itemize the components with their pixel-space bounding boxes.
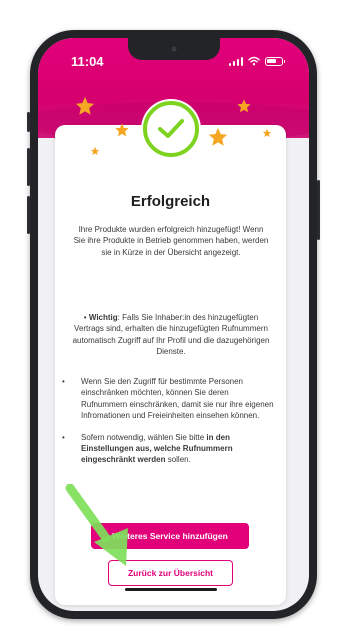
- camera-dot-icon: [171, 46, 177, 52]
- page-title: Erfolgreich: [130, 193, 211, 210]
- list-item: • Wenn Sie den Zugriff für bestimmte Per…: [62, 376, 276, 422]
- signal-icon: [228, 56, 243, 66]
- side-button-volume-down: [27, 196, 30, 234]
- list-bullet: •: [62, 432, 65, 442]
- notice-bullet: •: [83, 313, 87, 322]
- list-item-text-after: sollen.: [165, 455, 191, 465]
- side-button-mute: [27, 112, 30, 132]
- list-bullet: •: [62, 377, 65, 386]
- arrow-pointer-icon: [65, 484, 128, 566]
- success-message: Ihre Produkte wurden erfolgreich hinzuge…: [73, 225, 269, 257]
- list-item: • Sofern notwendig, wählen Sie bitte in …: [62, 432, 276, 466]
- star-icon: [75, 96, 95, 115]
- wifi-icon: [248, 56, 260, 66]
- star-icon: [115, 123, 129, 137]
- list-item-text: Wenn Sie den Zugriff für bestimmte Perso…: [81, 377, 274, 421]
- status-time: 11:04: [71, 54, 104, 69]
- side-button-power: [317, 180, 320, 240]
- side-button-volume-up: [27, 148, 30, 186]
- notch: [128, 38, 220, 60]
- important-notice: • Wichtig: Falls Sie Inhaber:in des hinz…: [72, 312, 270, 358]
- success-check-badge: [143, 101, 199, 157]
- home-indicator: [125, 588, 217, 591]
- status-icons: [228, 56, 285, 66]
- info-bullet-list: • Wenn Sie den Zugriff für bestimmte Per…: [62, 376, 276, 476]
- star-icon: [90, 146, 100, 155]
- check-icon: [158, 119, 184, 138]
- star-icon: [237, 99, 251, 113]
- battery-icon: [265, 56, 285, 66]
- list-item-text-before: Sofern notwendig, wählen Sie bitte: [81, 432, 207, 442]
- star-icon: [262, 128, 272, 137]
- star-icon: [208, 127, 228, 146]
- important-label: Wichtig: [88, 313, 118, 322]
